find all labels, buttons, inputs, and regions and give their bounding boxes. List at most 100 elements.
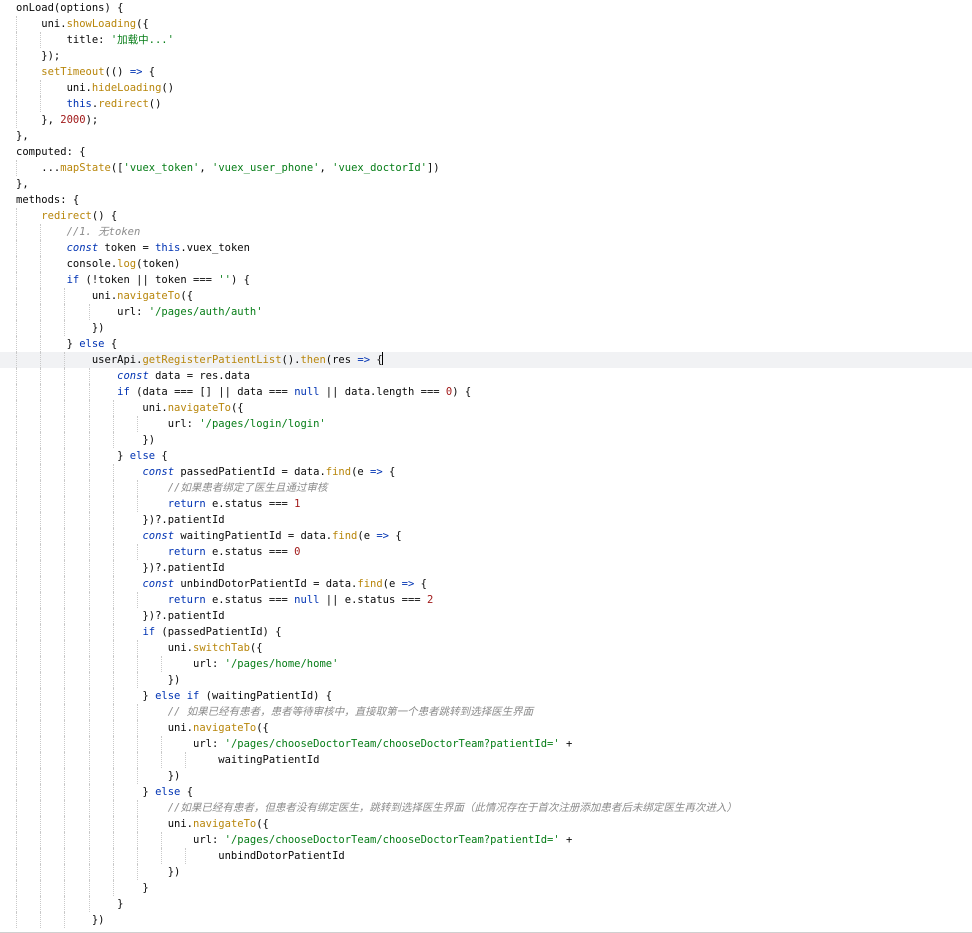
code-line[interactable]: }) [0, 768, 972, 784]
code-line[interactable]: }); [0, 48, 972, 64]
code-line[interactable]: } else { [0, 448, 972, 464]
indent-guide [88, 672, 90, 688]
indent-guide [137, 496, 138, 512]
code-line[interactable]: return e.status === null || e.status ===… [0, 592, 972, 608]
indent-guide [40, 304, 42, 320]
indent-guide [16, 656, 17, 672]
indent-guide [112, 416, 114, 432]
code-line[interactable]: return e.status === 0 [0, 544, 972, 560]
indent-guide [64, 672, 66, 688]
code-line[interactable]: uni.navigateTo({ [0, 288, 972, 304]
indent-guide [88, 368, 90, 384]
code-line[interactable]: computed: { [0, 144, 972, 160]
code-line[interactable]: onLoad(options) { [0, 0, 972, 16]
indent-guide [185, 752, 187, 768]
code-line[interactable]: const data = res.data [0, 368, 972, 384]
indent-guide [16, 496, 17, 512]
code-line[interactable]: this.redirect() [0, 96, 972, 112]
code-line[interactable]: uni.navigateTo({ [0, 720, 972, 736]
indent-guide [88, 752, 90, 768]
code-line[interactable]: if (!token || token === '') { [0, 272, 972, 288]
code-line[interactable]: const waitingPatientId = data.find(e => … [0, 528, 972, 544]
indent-guide [16, 800, 17, 816]
code-editor[interactable]: onLoad(options) { uni.showLoading({ titl… [0, 0, 972, 933]
indent-guide [137, 720, 138, 736]
indent-guide [88, 544, 90, 560]
code-line[interactable]: uni.hideLoading() [0, 80, 972, 96]
code-text: })?.patientId [16, 610, 225, 622]
code-text: computed: { [16, 146, 86, 158]
code-text: redirect() { [41, 210, 118, 222]
indent-guide [88, 768, 90, 784]
code-line[interactable]: //如果已经有患者，但患者没有绑定医生，跳转到选择医生界面（此情况存在于首次注册… [0, 800, 972, 816]
code-text: }, [16, 178, 29, 190]
indent-guide [64, 848, 66, 864]
indent-guide [40, 656, 42, 672]
indent-guide [88, 384, 90, 400]
code-line[interactable]: } [0, 896, 972, 912]
code-line[interactable]: url: '/pages/login/login' [0, 416, 972, 432]
code-line[interactable]: })?.patientId [0, 512, 972, 528]
code-line[interactable]: } else { [0, 336, 972, 352]
code-line[interactable]: uni.navigateTo({ [0, 816, 972, 832]
code-line[interactable]: }, [0, 176, 972, 192]
code-line[interactable]: waitingPatientId [0, 752, 972, 768]
code-line[interactable]: setTimeout(() => { [0, 64, 972, 80]
code-line[interactable]: return e.status === 1 [0, 496, 972, 512]
code-line[interactable]: }, 2000); [0, 112, 972, 128]
code-line[interactable]: }) [0, 672, 972, 688]
indent-guide [40, 688, 42, 704]
code-line[interactable]: }) [0, 320, 972, 336]
code-line[interactable]: uni.showLoading({ [0, 16, 972, 32]
code-line[interactable]: uni.navigateTo({ [0, 400, 972, 416]
code-line[interactable]: } else if (waitingPatientId) { [0, 688, 972, 704]
indent-guide [88, 528, 90, 544]
indent-guide [16, 768, 17, 784]
code-text: } else { [16, 450, 168, 462]
code-line[interactable]: const token = this.vuex_token [0, 240, 972, 256]
indent-guide [16, 16, 17, 32]
code-line[interactable]: const passedPatientId = data.find(e => { [0, 464, 972, 480]
indent-guide [16, 880, 17, 896]
code-line[interactable]: })?.patientId [0, 560, 972, 576]
code-line[interactable]: uni.switchTab({ [0, 640, 972, 656]
code-line[interactable]: // 如果已经有患者，患者等待审核中，直接取第一个患者跳转到选择医生界面 [0, 704, 972, 720]
code-line[interactable]: url: '/pages/chooseDoctorTeam/chooseDoct… [0, 736, 972, 752]
code-line[interactable]: url: '/pages/chooseDoctorTeam/chooseDoct… [0, 832, 972, 848]
indent-guide [16, 672, 17, 688]
code-line[interactable]: title: '加载中...' [0, 32, 972, 48]
code-line[interactable]: const unbindDotorPatientId = data.find(e… [0, 576, 972, 592]
code-line[interactable]: } else { [0, 784, 972, 800]
code-line[interactable]: url: '/pages/home/home' [0, 656, 972, 672]
indent-guide [137, 656, 138, 672]
code-line[interactable]: methods: { [0, 192, 972, 208]
code-line[interactable]: }) [0, 432, 972, 448]
code-line[interactable]: } [0, 880, 972, 896]
indent-guide [64, 352, 66, 368]
indent-guide [137, 544, 138, 560]
indent-guide [40, 640, 42, 656]
code-line[interactable]: }, [0, 128, 972, 144]
code-line[interactable]: //1. 无token [0, 224, 972, 240]
indent-guide [88, 560, 90, 576]
indent-guide [64, 880, 66, 896]
code-line[interactable]: unbindDotorPatientId [0, 848, 972, 864]
code-line[interactable]: if (passedPatientId) { [0, 624, 972, 640]
code-line[interactable]: url: '/pages/auth/auth' [0, 304, 972, 320]
code-line[interactable]: userApi.getRegisterPatientList().then(re… [0, 352, 972, 368]
indent-guide [16, 112, 17, 128]
code-text: uni.navigateTo({ [16, 402, 244, 414]
code-text: url: '/pages/chooseDoctorTeam/chooseDoct… [16, 834, 573, 846]
indent-guide [64, 288, 66, 304]
indent-guide [16, 528, 17, 544]
code-line[interactable]: }) [0, 864, 972, 880]
code-line[interactable]: })?.patientId [0, 608, 972, 624]
code-line[interactable]: ...mapState(['vuex_token', 'vuex_user_ph… [0, 160, 972, 176]
code-line[interactable]: console.log(token) [0, 256, 972, 272]
indent-guide [88, 432, 90, 448]
code-line[interactable]: }) [0, 912, 972, 928]
indent-guide [64, 464, 66, 480]
code-line[interactable]: redirect() { [0, 208, 972, 224]
code-line[interactable]: if (data === [] || data === null || data… [0, 384, 972, 400]
code-line[interactable]: //如果患者绑定了医生且通过审核 [0, 480, 972, 496]
